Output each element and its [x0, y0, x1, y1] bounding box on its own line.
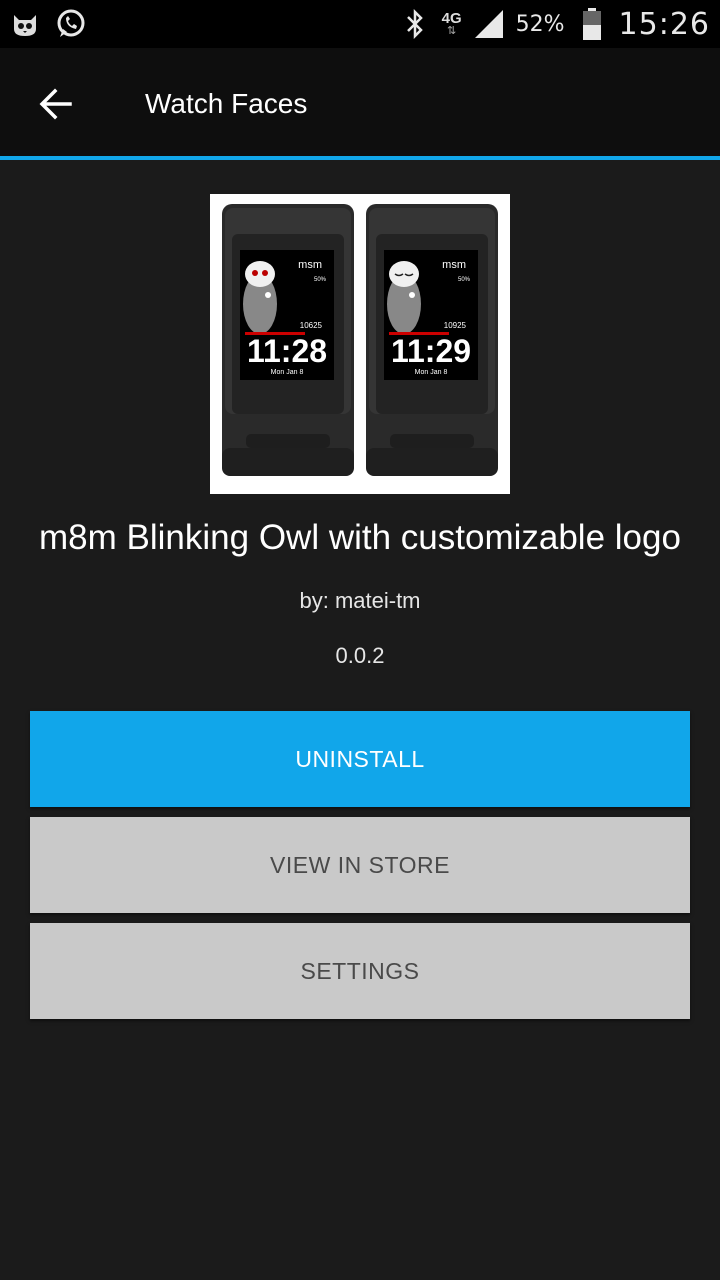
app-author: by: matei-tm	[299, 588, 421, 613]
data-arrows-icon: ⇅	[447, 25, 457, 37]
status-bar: 4G ⇅ 52% 15:26	[0, 0, 720, 48]
svg-text:msm: msm	[298, 259, 322, 271]
battery-icon	[575, 7, 609, 41]
svg-text:10925: 10925	[444, 321, 467, 330]
battery-percent: 52%	[515, 11, 565, 37]
back-button[interactable]	[28, 76, 84, 132]
arrow-back-icon	[39, 88, 72, 120]
network-type-label: 4G	[441, 10, 462, 27]
svg-text:11:29: 11:29	[391, 333, 471, 369]
svg-text:50%: 50%	[314, 277, 327, 283]
svg-text:Mon Jan 8: Mon Jan 8	[271, 369, 304, 376]
svg-text:10625: 10625	[300, 321, 323, 330]
view-in-store-button[interactable]: VIEW IN STORE	[30, 817, 690, 913]
network-indicator: 4G ⇅	[441, 10, 462, 37]
signal-icon	[472, 7, 506, 41]
cat-app-icon	[8, 7, 42, 41]
watch-right: msm 50% 10925 11:29 Mon Jan 8	[366, 204, 498, 476]
settings-button[interactable]: SETTINGS	[30, 923, 690, 1019]
app-name: m8m Blinking Owl with customizable logo	[39, 518, 681, 557]
app-version: 0.0.2	[335, 643, 385, 668]
whatsapp-icon	[54, 7, 88, 41]
watch-left: msm 50% 10625 11:28 Mon Jan 8	[222, 204, 354, 476]
toolbar-title: Watch Faces	[145, 88, 308, 119]
watch-face-preview-image: msm 50% 10625 11:28 Mon Jan 8 msm 50% 10…	[210, 194, 510, 494]
bluetooth-icon	[398, 7, 432, 41]
svg-text:msm: msm	[442, 259, 466, 271]
svg-text:50%: 50%	[458, 277, 471, 283]
status-clock: 15:26	[618, 6, 710, 42]
app-toolbar: Watch Faces	[0, 48, 720, 160]
uninstall-button[interactable]: UNINSTALL	[30, 711, 690, 807]
svg-text:11:28: 11:28	[247, 333, 327, 369]
svg-text:Mon Jan 8: Mon Jan 8	[415, 369, 448, 376]
